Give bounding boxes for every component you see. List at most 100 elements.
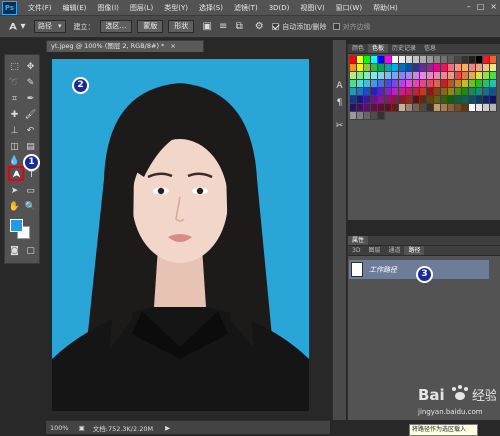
color-swatch[interactable] — [392, 104, 399, 112]
color-swatch[interactable] — [378, 104, 385, 112]
tab-swatches[interactable]: 色板 — [368, 44, 389, 53]
make-selection-button[interactable]: 选区... — [99, 20, 133, 33]
color-swatch[interactable] — [371, 64, 378, 72]
path-selection-tool-icon[interactable]: ➤ — [8, 185, 21, 198]
color-swatch[interactable] — [441, 80, 448, 88]
color-swatch[interactable] — [364, 96, 371, 104]
color-swatch[interactable] — [490, 96, 497, 104]
menu-type[interactable]: 类型(Y) — [164, 3, 188, 13]
color-swatch[interactable] — [399, 96, 406, 104]
color-swatch[interactable] — [462, 64, 469, 72]
gear-icon[interactable]: ⚙ — [252, 20, 266, 34]
color-swatch[interactable] — [455, 104, 462, 112]
color-swatch[interactable] — [476, 88, 483, 96]
crop-tool-icon[interactable]: ⌗ — [8, 93, 21, 106]
pen-icon[interactable] — [6, 20, 20, 34]
eyedropper-tool-icon[interactable]: ✒ — [24, 93, 37, 106]
paragraph-panel-icon[interactable]: ¶ — [333, 97, 346, 110]
color-swatch[interactable] — [406, 56, 413, 64]
color-swatch[interactable] — [385, 80, 392, 88]
quick-selection-tool-icon[interactable]: ✎ — [24, 77, 37, 90]
color-swatch[interactable] — [483, 72, 490, 80]
gradient-tool-icon[interactable]: ▤ — [24, 141, 37, 154]
rectangle-tool-icon[interactable]: ▭ — [24, 185, 37, 198]
color-swatch[interactable] — [455, 64, 462, 72]
color-swatch[interactable] — [441, 56, 448, 64]
align-edges-checkbox[interactable]: 对齐边缘 — [332, 22, 371, 32]
color-swatch[interactable] — [462, 96, 469, 104]
color-swatch[interactable] — [378, 112, 385, 120]
color-swatch[interactable] — [483, 96, 490, 104]
color-swatch[interactable] — [357, 64, 364, 72]
foreground-color-swatch[interactable] — [10, 219, 23, 232]
color-swatch[interactable] — [420, 88, 427, 96]
menu-window[interactable]: 窗口(W) — [336, 3, 362, 13]
color-swatch[interactable] — [455, 96, 462, 104]
color-swatch[interactable] — [427, 88, 434, 96]
color-swatch[interactable] — [392, 80, 399, 88]
color-swatch[interactable] — [392, 96, 399, 104]
color-swatch[interactable] — [441, 104, 448, 112]
tool-preset-dropdown-icon[interactable]: ▾ — [20, 20, 26, 34]
color-swatch[interactable] — [476, 64, 483, 72]
path-arrangement-icon[interactable]: ⧉ — [232, 20, 246, 34]
color-swatch[interactable] — [490, 80, 497, 88]
color-swatch[interactable] — [420, 96, 427, 104]
menu-3d[interactable]: 3D(D) — [269, 4, 290, 12]
color-swatch[interactable] — [413, 64, 420, 72]
color-swatch[interactable] — [448, 72, 455, 80]
color-swatch[interactable] — [357, 56, 364, 64]
color-swatch[interactable] — [441, 88, 448, 96]
color-swatch[interactable] — [350, 56, 357, 64]
character-panel-icon[interactable]: A — [333, 80, 346, 93]
color-swatch[interactable] — [462, 80, 469, 88]
color-swatch[interactable] — [385, 88, 392, 96]
color-swatch[interactable] — [434, 72, 441, 80]
hand-tool-icon[interactable]: ✋ — [8, 201, 21, 214]
color-swatch[interactable] — [371, 80, 378, 88]
status-menu-icon[interactable]: ▣ — [79, 424, 85, 432]
color-swatch[interactable] — [350, 104, 357, 112]
color-swatch[interactable] — [399, 104, 406, 112]
color-swatch[interactable] — [378, 88, 385, 96]
color-swatch[interactable] — [413, 104, 420, 112]
color-swatch[interactable] — [371, 112, 378, 120]
color-swatch[interactable] — [427, 80, 434, 88]
color-swatch[interactable] — [413, 80, 420, 88]
auto-add-delete-checkbox[interactable]: 自动添加/删除 — [272, 22, 327, 32]
color-swatch[interactable] — [350, 80, 357, 88]
menu-select[interactable]: 选择(S) — [199, 3, 223, 13]
color-swatch[interactable] — [420, 72, 427, 80]
color-swatch[interactable] — [371, 104, 378, 112]
color-swatch[interactable] — [357, 104, 364, 112]
color-swatch[interactable] — [413, 72, 420, 80]
color-swatch[interactable] — [392, 56, 399, 64]
color-swatch[interactable] — [378, 72, 385, 80]
marquee-tool-icon[interactable]: ⬚ — [8, 61, 21, 74]
lasso-tool-icon[interactable]: ➰ — [8, 77, 21, 90]
status-arrow-icon[interactable]: ▶ — [165, 424, 170, 432]
color-swatch[interactable] — [427, 72, 434, 80]
color-swatch[interactable] — [490, 56, 497, 64]
color-swatch[interactable] — [434, 64, 441, 72]
menu-view[interactable]: 视图(V) — [300, 3, 324, 13]
color-swatch[interactable] — [455, 80, 462, 88]
color-swatch[interactable] — [385, 96, 392, 104]
menu-file[interactable]: 文件(F) — [28, 3, 52, 13]
color-swatch[interactable] — [364, 112, 371, 120]
color-swatch[interactable] — [490, 72, 497, 80]
color-swatch[interactable] — [350, 112, 357, 120]
color-swatch[interactable] — [413, 96, 420, 104]
color-swatch[interactable] — [357, 88, 364, 96]
color-swatch[interactable] — [455, 56, 462, 64]
color-swatch[interactable] — [420, 104, 427, 112]
tab-properties[interactable]: 属性 — [348, 236, 369, 245]
document-tab[interactable]: yt.jpeg @ 100% (图层 2, RGB/8#) * × — [46, 40, 204, 52]
color-swatch[interactable] — [357, 72, 364, 80]
color-swatch[interactable] — [469, 88, 476, 96]
close-tab-icon[interactable]: × — [170, 42, 175, 50]
color-swatch[interactable] — [406, 80, 413, 88]
menu-layer[interactable]: 图层(L) — [130, 3, 153, 13]
color-swatch[interactable] — [448, 104, 455, 112]
color-swatch[interactable] — [399, 88, 406, 96]
